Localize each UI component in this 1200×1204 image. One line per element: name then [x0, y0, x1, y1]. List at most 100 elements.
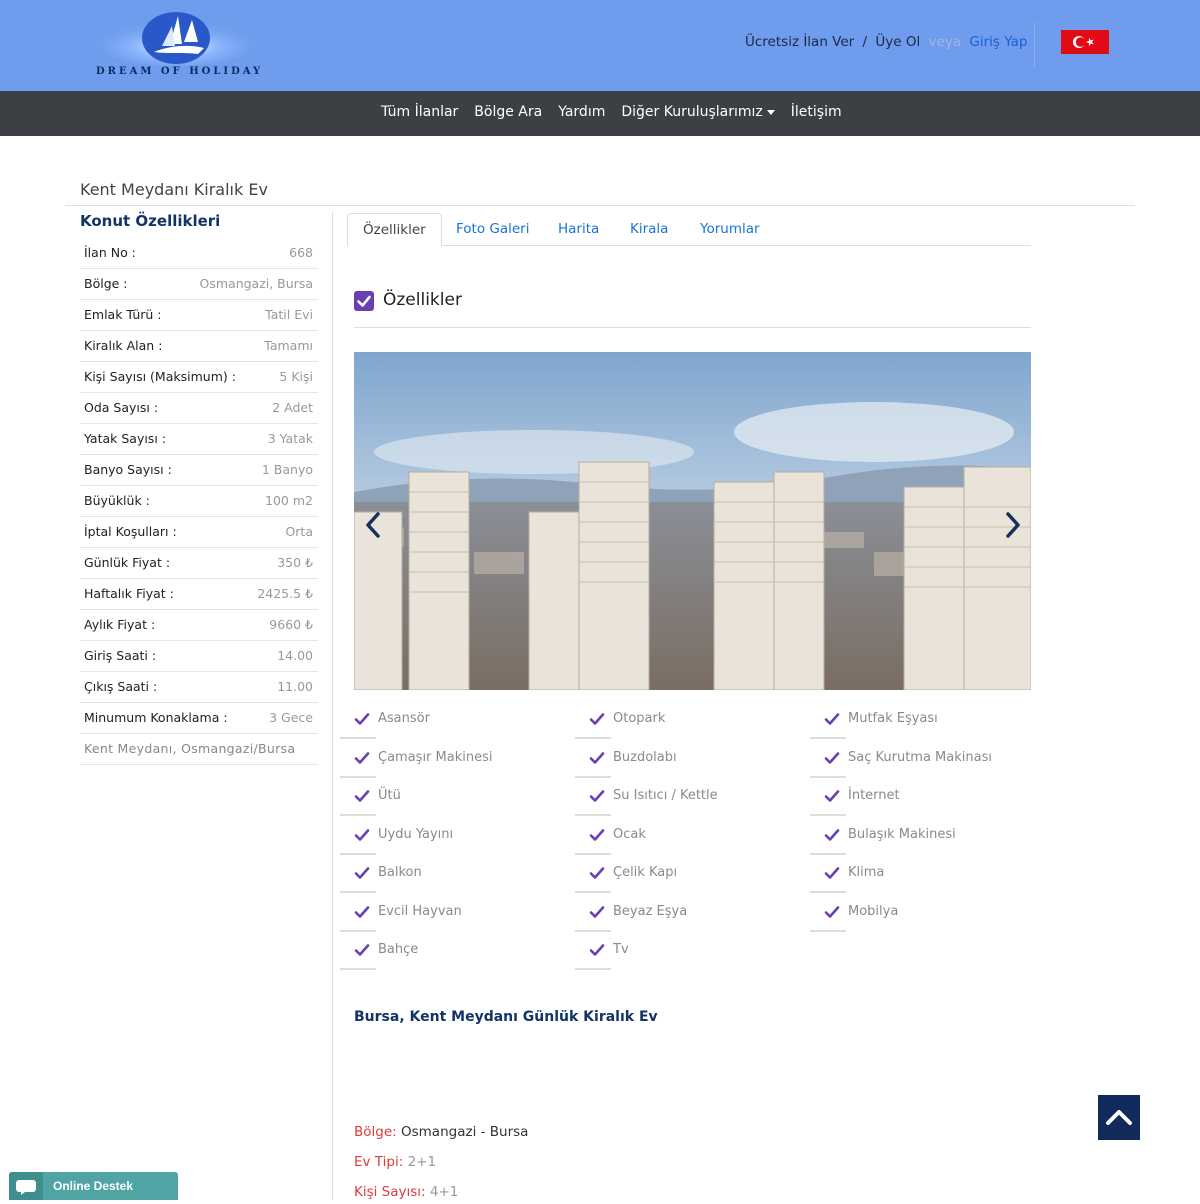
- spec-row: Kiralık Alan : Tamamı: [80, 331, 318, 362]
- feature-label: Uydu Yayını: [378, 826, 454, 842]
- tab-features[interactable]: Özellikler: [347, 213, 442, 246]
- feature-item: Bulaşık Makinesi: [810, 824, 1022, 856]
- info-value: Osmangazi - Bursa: [401, 1124, 529, 1140]
- photo-carousel[interactable]: [354, 352, 1031, 690]
- feature-item: Tv: [575, 939, 787, 971]
- account-links: Ücretsiz İlan Ver / Üye Ol veya Giriş Ya…: [745, 34, 1031, 50]
- feature-underline: [575, 968, 611, 970]
- site-logo[interactable]: DREAM OF HOLIDAY: [92, 8, 260, 83]
- spec-value: 9660 ₺: [269, 617, 313, 632]
- spec-value: Orta: [285, 524, 313, 539]
- check-icon: [824, 828, 840, 846]
- spec-key: Kişi Sayısı (Maksimum) :: [84, 369, 236, 384]
- feature-underline: [575, 775, 611, 778]
- check-icon: [824, 751, 840, 769]
- spec-row: Banyo Sayısı : 1 Banyo: [80, 455, 318, 486]
- feature-underline: [340, 814, 376, 816]
- features-divider: [354, 327, 1031, 328]
- or-text: veya: [928, 34, 962, 50]
- info-key: Ev Tipi:: [354, 1154, 404, 1170]
- tab-rent[interactable]: Kirala: [615, 213, 683, 246]
- spec-row: Haftalık Fiyat : 2425.5 ₺: [80, 579, 318, 610]
- feature-item: Otopark: [575, 708, 787, 740]
- info-row: Bölge: Osmangazi - Bursa: [354, 1124, 528, 1140]
- check-icon: [589, 712, 605, 730]
- back-to-top-button[interactable]: [1098, 1095, 1140, 1140]
- feature-label: Mobilya: [848, 903, 899, 919]
- spec-value: 14.00: [277, 648, 313, 663]
- check-icon: [824, 866, 840, 884]
- feature-label: Mutfak Eşyası: [848, 711, 938, 726]
- feature-underline: [575, 891, 611, 893]
- chevron-up-icon: [1106, 1110, 1132, 1125]
- feature-underline: [575, 929, 611, 932]
- sailboat-logo-icon: [94, 12, 258, 66]
- city-skyline-photo: [354, 352, 1031, 690]
- feature-item: Buzdolabı: [575, 747, 787, 779]
- spec-value: 3 Yatak: [267, 431, 313, 446]
- spec-key: Aylık Fiyat :: [84, 617, 156, 632]
- feature-item: Çelik Kapı: [575, 862, 787, 894]
- feature-label: Saç Kurutma Makinası: [848, 749, 992, 765]
- check-icon: [589, 828, 605, 846]
- main-navbar: Tüm İlanlar Bölge Ara Yardım Diğer Kurul…: [0, 91, 1200, 136]
- nav-all-listings[interactable]: Tüm İlanlar: [381, 104, 458, 120]
- spec-row: Giriş Saati : 14.00: [80, 641, 318, 672]
- feature-item: Uydu Yayını: [340, 824, 552, 856]
- feature-underline: [810, 775, 846, 778]
- spec-key: Bölge :: [84, 276, 128, 291]
- feature-underline: [340, 775, 376, 778]
- feature-item: Ocak: [575, 824, 787, 856]
- spec-key: Emlak Türü :: [84, 307, 162, 322]
- spec-row: Emlak Türü : Tatil Evi: [80, 300, 318, 331]
- feature-label: Bulaşık Makinesi: [848, 826, 956, 842]
- spec-key: Oda Sayısı :: [84, 400, 159, 415]
- spec-key: Çıkış Saati :: [84, 679, 158, 694]
- feature-underline: [575, 737, 611, 739]
- logo-text: DREAM OF HOLIDAY: [96, 66, 264, 77]
- spec-key: Kiralık Alan :: [84, 338, 163, 353]
- online-support-widget[interactable]: Online Destek: [9, 1172, 178, 1200]
- carousel-next-icon[interactable]: [1003, 510, 1023, 540]
- tab-map[interactable]: Harita: [543, 213, 614, 246]
- carousel-prev-icon[interactable]: [363, 510, 383, 540]
- feature-label: Su Isıtıcı / Kettle: [613, 788, 718, 803]
- check-icon: [824, 712, 840, 730]
- nav-other-organizations[interactable]: Diğer Kuruluşlarımız: [621, 104, 775, 120]
- spec-value: Tamamı: [264, 338, 313, 353]
- spec-value: 1 Banyo: [261, 462, 313, 477]
- check-icon: [354, 943, 370, 961]
- feature-item: Bahçe: [340, 939, 552, 971]
- feature-label: İnternet: [848, 788, 900, 803]
- feature-item: Ütü: [340, 785, 552, 817]
- signup-link[interactable]: Üye Ol: [875, 34, 920, 50]
- nav-search-region[interactable]: Bölge Ara: [474, 104, 542, 120]
- feature-label: Çelik Kapı: [613, 865, 678, 880]
- check-icon: [354, 789, 370, 807]
- tab-photo-gallery[interactable]: Foto Galeri: [441, 213, 544, 246]
- nav-help[interactable]: Yardım: [558, 104, 605, 120]
- spec-key: İptal Koşulları :: [84, 524, 177, 539]
- spec-value: 3 Gece: [269, 710, 313, 725]
- feature-underline: [575, 814, 611, 816]
- check-icon: [354, 905, 370, 923]
- spec-row: Kişi Sayısı (Maksimum) : 5 Kişi: [80, 362, 318, 393]
- login-link[interactable]: Giriş Yap: [969, 34, 1027, 50]
- spec-row: Oda Sayısı : 2 Adet: [80, 393, 318, 424]
- feature-underline: [810, 929, 846, 932]
- feature-item: Klima: [810, 862, 1022, 894]
- features-title: Özellikler: [383, 290, 462, 310]
- header-bar: DREAM OF HOLIDAY Ücretsiz İlan Ver / Üye…: [0, 0, 1200, 91]
- feature-underline: [340, 737, 376, 739]
- feature-item: Beyaz Eşya: [575, 901, 787, 933]
- post-free-ad-link[interactable]: Ücretsiz İlan Ver: [745, 34, 854, 50]
- check-icon: [824, 905, 840, 923]
- tab-reviews[interactable]: Yorumlar: [685, 213, 775, 246]
- info-row: Kişi Sayısı: 4+1: [354, 1184, 458, 1200]
- nav-contact[interactable]: İletişim: [791, 104, 842, 120]
- turkey-flag-icon[interactable]: [1061, 30, 1109, 54]
- check-icon: [589, 789, 605, 807]
- spec-value: 5 Kişi: [279, 369, 313, 384]
- spec-row: Minumum Konaklama : 3 Gece: [80, 703, 318, 734]
- feature-underline: [810, 891, 846, 893]
